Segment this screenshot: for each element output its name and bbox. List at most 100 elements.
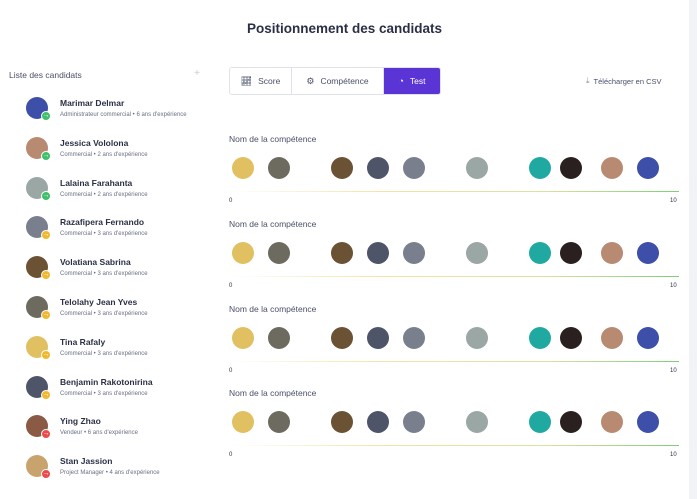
candidate-name: Lalaina Farahanta — [60, 177, 133, 188]
candidate-avatar-marker[interactable] — [267, 411, 290, 433]
candidate-avatar-marker[interactable] — [528, 411, 551, 433]
download-icon: ⤓ — [586, 76, 590, 85]
candidate-item[interactable]: → Marimar Delmar Administrateur commercial… — [26, 97, 206, 127]
candidate-name: Ying Zhao — [60, 416, 101, 427]
download-csv-button[interactable]: ⤓ Télécharger en CSV — [586, 76, 662, 86]
candidate-item[interactable]: → Volatiana Sabrina Commercial • 3 ans d'e… — [26, 256, 206, 286]
candidate-avatar-marker[interactable] — [330, 327, 353, 349]
axis-min-label: 0 — [229, 283, 233, 289]
candidate-avatar-marker[interactable] — [330, 157, 353, 179]
axis-max-label: 10 — [670, 283, 677, 289]
candidate-avatar-marker[interactable] — [465, 242, 488, 264]
candidate-item[interactable]: → Benjamin Rakotonirina Commercial • 3 ans… — [26, 375, 206, 406]
candidate-subtitle: Vendeur • 6 ans d'expérience — [60, 430, 138, 437]
candidate-subtitle: Commercial • 3 ans d'expérience — [60, 271, 148, 278]
candidate-avatar-marker[interactable] — [366, 242, 389, 264]
candidate-avatar-marker[interactable] — [366, 327, 389, 349]
candidate-avatar-marker[interactable] — [600, 327, 623, 349]
candidate-avatar-marker[interactable] — [231, 411, 254, 433]
candidate-subtitle: Administrateur commercial • 6 ans d'expé… — [60, 112, 187, 118]
candidate-avatar-marker[interactable] — [528, 242, 551, 264]
candidate-sidebar: Liste des candidats + → Marimar Delmar Adm… — [0, 62, 208, 499]
candidate-avatar-marker[interactable] — [560, 157, 582, 179]
candidate-avatar-marker[interactable] — [636, 411, 659, 433]
candidate-avatar-marker[interactable] — [465, 411, 488, 433]
skill-row: Nom de la compétence 0 10 — [229, 388, 679, 468]
status-arrow-icon: → — [41, 469, 51, 480]
candidate-item[interactable]: → Stan Jassion Project Manager • 4 ans d'e… — [26, 455, 206, 485]
candidate-subtitle: Commercial • 3 ans d'expérience — [60, 231, 148, 238]
skill-row: Nom de la compétence 0 10 — [229, 304, 679, 384]
candidate-avatar-marker[interactable] — [600, 242, 623, 264]
gauge-icon: ◔ — [398, 76, 404, 86]
tab-label: Test — [409, 76, 426, 86]
skill-row: Nom de la compétence 0 10 — [229, 219, 679, 299]
candidate-item[interactable]: → Ying Zhao Vendeur • 6 ans d'expérience — [26, 415, 206, 445]
page-title: Positionnement des candidats — [246, 21, 443, 36]
status-arrow-icon: → — [41, 230, 51, 241]
page: Positionnement des candidats Liste des c… — [0, 0, 697, 499]
score-track — [229, 191, 679, 192]
candidate-avatar-marker[interactable] — [402, 327, 425, 349]
candidate-avatar-marker[interactable] — [465, 157, 488, 179]
candidate-avatar-marker[interactable] — [528, 327, 551, 349]
candidate-avatar-marker[interactable] — [560, 411, 582, 433]
tab-score[interactable]: 📈︎ Score — [230, 68, 292, 94]
status-arrow-icon: → — [41, 190, 51, 201]
candidate-avatar-marker[interactable] — [366, 157, 389, 179]
candidate-avatar-marker[interactable] — [231, 157, 254, 179]
candidate-avatar-marker[interactable] — [402, 242, 425, 264]
candidate-subtitle: Commercial • 3 ans d'expérience — [60, 311, 148, 317]
score-track — [229, 361, 679, 362]
status-arrow-icon: → — [41, 429, 51, 440]
candidate-item[interactable]: → Telolahy Jean Yves Commercial • 3 ans d'… — [26, 296, 206, 326]
candidate-item[interactable]: → Jessica Vololona Commercial • 2 ans d'ex… — [26, 136, 206, 167]
tab-label: Compétence — [320, 76, 369, 86]
candidate-avatar-marker[interactable] — [231, 242, 254, 264]
candidate-avatar-marker[interactable] — [267, 327, 290, 349]
candidate-avatar-marker[interactable] — [600, 157, 623, 179]
candidate-subtitle: Commercial • 3 ans d'expérience — [60, 390, 148, 397]
candidate-avatar-marker[interactable] — [600, 411, 623, 433]
candidate-avatar-marker[interactable] — [636, 242, 659, 264]
candidate-item[interactable]: → Lalaina Farahanta Commercial • 2 ans d'e… — [26, 176, 206, 207]
axis-max-label: 10 — [670, 198, 677, 204]
skill-title: Nom de la compétence — [229, 304, 317, 314]
user-gear-icon: ⚙︎ — [306, 75, 315, 86]
candidate-avatar-marker[interactable] — [267, 242, 290, 264]
candidate-subtitle: Commercial • 2 ans d'expérience — [60, 151, 148, 158]
tab-competence[interactable]: ⚙︎ Compétence — [292, 68, 384, 94]
view-tabs: 📈︎ Score ⚙︎ Compétence ◔ Test — [229, 67, 441, 95]
candidate-avatar-marker[interactable] — [636, 327, 659, 349]
candidate-avatar-marker[interactable] — [465, 327, 488, 349]
sidebar-title: Liste des candidats — [9, 70, 82, 80]
scrollbar-track[interactable] — [689, 0, 697, 499]
candidate-avatar-marker[interactable] — [267, 157, 290, 179]
candidate-avatar-marker[interactable] — [330, 411, 353, 433]
skill-row: Nom de la compétence 0 10 — [229, 134, 679, 214]
candidate-name: Tina Rafaly — [60, 336, 106, 347]
status-arrow-icon: → — [41, 310, 51, 320]
line-chart-icon: 📈︎ — [240, 75, 253, 86]
candidate-subtitle: Commercial • 3 ans d'expérience — [60, 350, 148, 357]
axis-max-label: 10 — [670, 368, 677, 374]
candidate-avatar-marker[interactable] — [330, 242, 353, 264]
candidate-avatar-marker[interactable] — [636, 157, 659, 179]
plus-icon[interactable]: + — [191, 68, 203, 80]
status-arrow-icon: → — [41, 270, 51, 281]
download-csv-label: Télécharger en CSV — [593, 76, 662, 86]
tab-test[interactable]: ◔ Test — [384, 68, 440, 94]
candidate-item[interactable]: → Tina Rafaly Commercial • 3 ans d'expérie… — [26, 335, 206, 366]
candidate-avatar-marker[interactable] — [528, 157, 551, 179]
score-track — [229, 445, 679, 446]
candidate-avatar-marker[interactable] — [231, 327, 254, 349]
axis-max-label: 10 — [670, 452, 677, 458]
candidate-avatar-marker[interactable] — [402, 157, 425, 179]
candidate-avatar-marker[interactable] — [560, 327, 582, 349]
skill-title: Nom de la compétence — [229, 134, 317, 144]
candidate-avatar-marker[interactable] — [560, 242, 582, 264]
candidate-name: Volatiana Sabrina — [60, 257, 131, 268]
candidate-item[interactable]: → Razafipera Fernando Commercial • 3 ans d… — [26, 216, 206, 246]
candidate-avatar-marker[interactable] — [366, 411, 389, 433]
candidate-avatar-marker[interactable] — [402, 411, 425, 433]
